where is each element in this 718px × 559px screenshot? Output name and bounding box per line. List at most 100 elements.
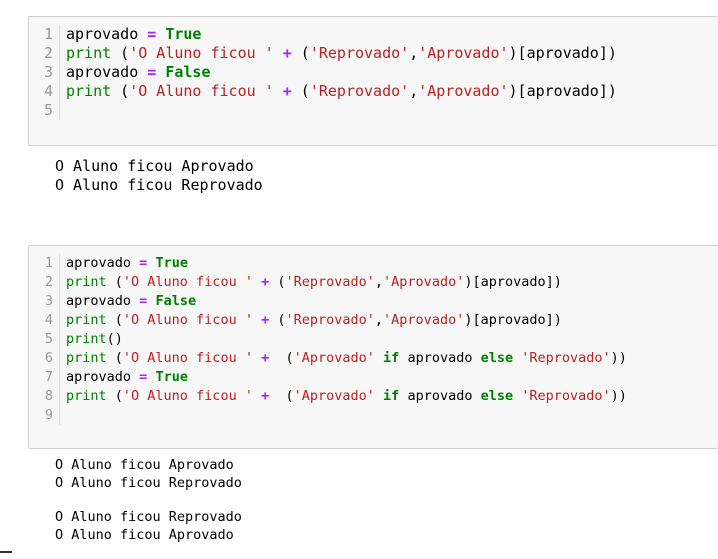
code-token: =	[139, 369, 148, 385]
code-token: )[aprovado])	[508, 82, 617, 100]
code-token: 'O Aluno ficou '	[129, 82, 274, 100]
code-token: =	[139, 255, 148, 271]
output-line: O Aluno ficou Reprovado	[55, 509, 242, 525]
code-token: 'Aprovado'	[383, 274, 465, 290]
code-token: 'Aprovado'	[418, 82, 509, 100]
code-token: 'O Aluno ficou '	[122, 350, 253, 366]
code-token: ,	[374, 274, 384, 290]
gutter-divider	[59, 273, 60, 292]
code-token: False	[155, 293, 197, 309]
code-token: print	[66, 331, 107, 347]
code-token: aprovado	[66, 369, 140, 385]
code-token: (	[106, 274, 123, 290]
code-token: )[aprovado])	[508, 44, 617, 62]
code-token: =	[139, 293, 148, 309]
line-number: 4	[43, 82, 53, 100]
gutter-divider	[59, 330, 60, 349]
code-token: aprovado	[66, 25, 148, 43]
code-cell-2[interactable]: 1 aprovado = True 2 print ('O Aluno ficou '…	[28, 245, 718, 449]
code-line[interactable]: 5	[29, 101, 617, 120]
code-token: (	[106, 312, 123, 328]
line-number: 6	[44, 350, 53, 366]
code-token: (	[106, 388, 123, 404]
code-token: print	[66, 44, 112, 62]
code-token: 'Aprovado'	[293, 350, 375, 366]
code-token: aprovado	[66, 255, 140, 271]
code-token: 'Reprovado'	[521, 388, 611, 404]
code-line[interactable]: 1 aprovado = True	[29, 254, 627, 273]
code-line[interactable]: 9	[29, 406, 627, 425]
code-token: +	[282, 44, 292, 62]
line-number: 8	[44, 388, 53, 404]
gutter-divider	[59, 63, 60, 82]
line-number: 5	[44, 331, 53, 347]
code-line[interactable]: 5 print()	[29, 330, 627, 349]
code-line[interactable]: 6 print ('O Aluno ficou ' + ('Aprovado' i…	[29, 349, 627, 368]
line-number: 9	[44, 407, 53, 423]
code-token: ,	[374, 312, 384, 328]
code-line[interactable]: 4 print ('O Aluno ficou ' + ('Reprovado',…	[29, 82, 617, 101]
code-token: print	[66, 274, 107, 290]
output-line: O Aluno ficou Reprovado	[55, 176, 263, 194]
code-token: 'O Aluno ficou '	[129, 44, 274, 62]
code-token: ,	[409, 82, 419, 100]
code-token: 'O Aluno ficou '	[122, 312, 253, 328]
code-token: else	[480, 388, 514, 404]
code-editor[interactable]: 1 aprovado = True 2 print ('O Aluno ficou '…	[29, 25, 617, 120]
gutter-divider	[59, 101, 60, 120]
code-line[interactable]: 7 aprovado = True	[29, 368, 627, 387]
code-token: print	[66, 388, 107, 404]
code-token: 'O Aluno ficou '	[122, 274, 253, 290]
code-token: =	[147, 25, 157, 43]
code-editor[interactable]: 1 aprovado = True 2 print ('O Aluno ficou '…	[29, 254, 627, 425]
code-line[interactable]: 2 print ('O Aluno ficou ' + ('Reprovado',…	[29, 44, 617, 63]
code-token: )[aprovado])	[464, 312, 562, 328]
code-line[interactable]: 4 print ('O Aluno ficou ' + ('Reprovado',…	[29, 311, 627, 330]
code-token: True	[155, 255, 188, 271]
output-line: O Aluno ficou Aprovado	[55, 527, 234, 543]
code-line[interactable]: 3 aprovado = False	[29, 63, 617, 82]
code-token: (	[269, 388, 294, 404]
code-token: aprovado	[399, 350, 481, 366]
line-number: 2	[43, 44, 53, 62]
code-line[interactable]: 3 aprovado = False	[29, 292, 627, 311]
code-token: )[aprovado])	[464, 274, 562, 290]
code-token: 'O Aluno ficou '	[122, 388, 253, 404]
code-token: True	[165, 25, 202, 43]
code-token: =	[147, 63, 157, 81]
gutter-divider	[59, 44, 60, 63]
code-token: +	[261, 388, 270, 404]
code-line[interactable]: 1 aprovado = True	[29, 25, 617, 44]
gutter-divider	[59, 387, 60, 406]
code-token: print	[66, 350, 107, 366]
gutter-divider	[59, 254, 60, 273]
code-token: if	[383, 350, 400, 366]
cell-2-output: O Aluno ficou Aprovado O Aluno ficou Repr…	[55, 456, 242, 544]
code-token: +	[261, 312, 270, 328]
code-token: True	[155, 369, 188, 385]
code-token: (	[111, 82, 130, 100]
gutter-divider	[59, 368, 60, 387]
code-token: +	[282, 82, 292, 100]
output-line: O Aluno ficou Aprovado	[55, 157, 254, 175]
code-cell-1[interactable]: 1 aprovado = True 2 print ('O Aluno ficou '…	[28, 16, 718, 146]
code-token: (	[269, 350, 294, 366]
cell-1-output: O Aluno ficou Aprovado O Aluno ficou Repr…	[55, 157, 263, 195]
code-token: 'Aprovado'	[293, 388, 375, 404]
code-token: (	[106, 350, 123, 366]
code-token: (	[269, 312, 286, 328]
line-number: 1	[43, 25, 53, 43]
code-token: (	[291, 82, 310, 100]
line-number: 3	[43, 63, 53, 81]
code-line[interactable]: 2 print ('O Aluno ficou ' + ('Reprovado',…	[29, 273, 627, 292]
code-line[interactable]: 8 print ('O Aluno ficou ' + ('Aprovado' i…	[29, 387, 627, 406]
